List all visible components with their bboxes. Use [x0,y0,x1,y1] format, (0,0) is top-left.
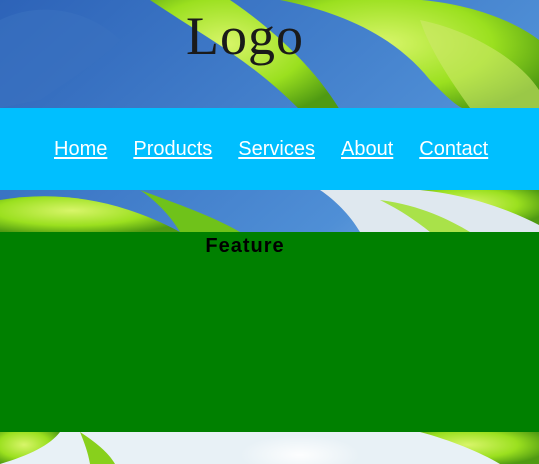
nav-item-products: Products [133,137,212,161]
nav-link-about[interactable]: About [341,138,393,160]
nav-link-services[interactable]: Services [238,138,315,160]
nav-item-about: About [341,137,393,161]
nav-item-contact: Contact [419,137,488,161]
nav-link-home[interactable]: Home [54,138,107,160]
site-logo[interactable]: Logo [0,4,490,68]
nav-list: Home Products Services About Contact [54,137,488,161]
site-header: Logo [0,0,539,108]
feature-heading: Feature [205,235,285,257]
main-navigation: Home Products Services About Contact [0,108,539,190]
nav-link-products[interactable]: Products [133,138,212,160]
nav-link-contact[interactable]: Contact [419,138,488,160]
nav-item-home: Home [54,137,107,161]
feature-section: Feature [0,232,539,432]
nav-item-services: Services [238,137,315,161]
